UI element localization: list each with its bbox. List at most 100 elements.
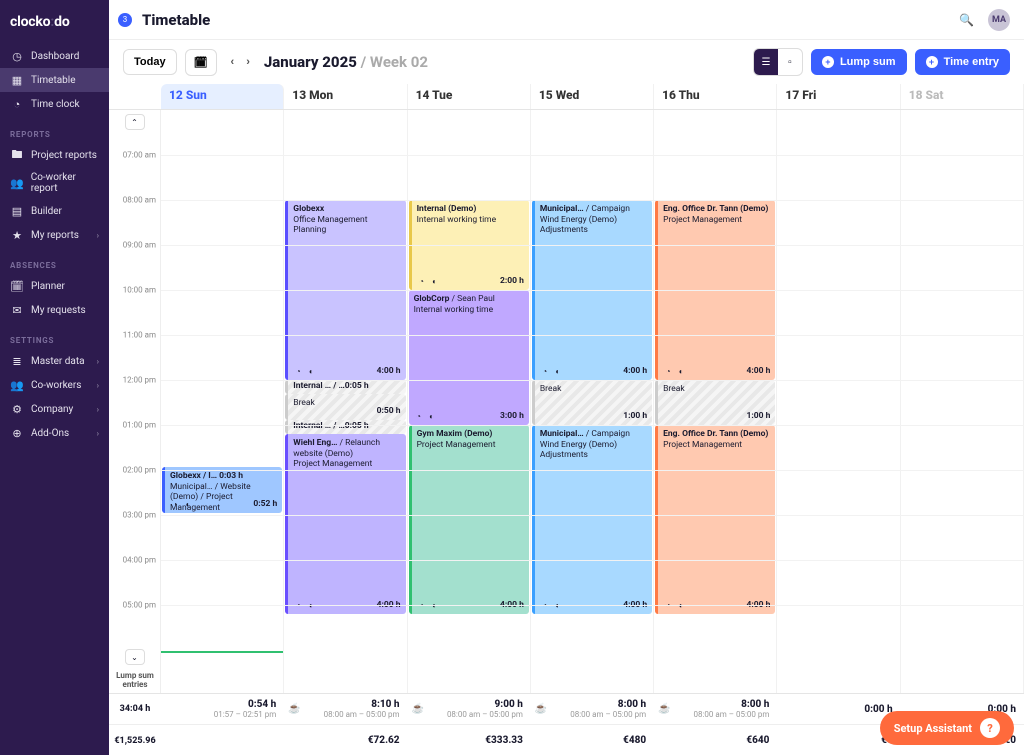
cup-icon: ☕ (658, 704, 670, 715)
lump-sum-button[interactable]: +Lump sum (811, 49, 907, 75)
event-break[interactable]: Break1:00 h (655, 380, 775, 425)
planner-icon: 🗓 (10, 279, 24, 293)
event-municipal-pm[interactable]: Municipal… / Campaign Wind Energy (Demo)… (532, 425, 652, 614)
collapse-up-button[interactable]: ⌃ (125, 114, 145, 130)
clock-icon: ◔ (417, 601, 427, 611)
day-sun[interactable]: 12 Sun (161, 84, 284, 109)
datepicker-button[interactable]: 🗓 (185, 49, 217, 76)
star-icon: ★ (10, 228, 24, 242)
nav-coworker-report[interactable]: 👥Co-worker report (0, 167, 109, 199)
clock-icon: ◔ (540, 367, 550, 377)
plus-icon: + (926, 56, 938, 68)
nav-my-requests[interactable]: ✉My requests (0, 298, 109, 322)
nav-coworkers[interactable]: 👥Co-workers› (0, 373, 109, 397)
tag-icon: ◐ (306, 601, 316, 611)
tag-icon: ◐ (306, 367, 316, 377)
people-icon: 👥 (10, 176, 24, 190)
day-mon[interactable]: 13 Mon (284, 84, 407, 109)
prev-week-button[interactable]: ‹ (225, 52, 241, 72)
columns-view-icon[interactable]: ☰ (754, 49, 778, 75)
event-wiehl[interactable]: Wiehl Eng… / Relaunch website (Demo) Pro… (285, 434, 405, 614)
time-entry-button[interactable]: +Time entry (915, 49, 1010, 75)
tag-icon: ◐ (427, 412, 437, 422)
tag-icon: ◐ (183, 500, 193, 510)
day-fri[interactable]: 17 Fri (777, 84, 900, 109)
sidebar: clocko:do ◷Dashboard ▦Timetable ◔Time cl… (0, 0, 109, 755)
chevron-right-icon: › (97, 405, 99, 414)
clock-icon: ◔ (414, 412, 424, 422)
search-icon[interactable]: 🔍 (959, 13, 974, 27)
eur-tue: €333.33 (408, 735, 531, 746)
view-toggle[interactable]: ☰ ▫ (753, 48, 803, 76)
nav-timetable[interactable]: ▦Timetable (0, 68, 109, 92)
nav-my-reports[interactable]: ★My reports› (0, 223, 109, 247)
gauge-icon: ◷ (10, 49, 24, 63)
nav-timeclock[interactable]: ◔Time clock (0, 92, 109, 116)
clock-icon: ◔ (170, 500, 180, 510)
chevron-right-icon: › (97, 429, 99, 438)
clock-icon: ◔ (540, 601, 550, 611)
event-break[interactable]: Break0:50 h (285, 394, 405, 420)
day-header-row: 12 Sun 13 Mon 14 Tue 15 Wed 16 Thu 17 Fr… (109, 84, 1024, 110)
cup-icon: ☕ (288, 704, 300, 715)
footer-mon: ☕8:10 h08:00 am – 05:00 pm (284, 699, 407, 719)
timetable-grid: ⌃ ⌄ 07:00 am08:00 am09:00 am10:00 am11:0… (109, 110, 1024, 693)
event-globcorp[interactable]: GlobCorp / Sean Paul Internal working ti… (409, 290, 529, 425)
event-gym[interactable]: Gym Maxim (Demo) Project Management ◔◐ 4… (409, 425, 529, 614)
nav-project-reports[interactable]: 🖿Project reports (0, 143, 109, 167)
day-wed[interactable]: 15 Wed (531, 84, 654, 109)
reports-header: REPORTS (0, 116, 109, 143)
time-column: ⌃ ⌄ 07:00 am08:00 am09:00 am10:00 am11:0… (109, 110, 161, 693)
day-thu[interactable]: 16 Thu (654, 84, 777, 109)
today-button[interactable]: Today (123, 49, 177, 75)
time-label: 07:00 am (123, 151, 156, 160)
cup-icon: ☕ (535, 704, 547, 715)
page-title: Timetable (142, 11, 210, 29)
list-view-icon[interactable]: ▫ (778, 49, 802, 75)
nav-master-data[interactable]: ≣Master data› (0, 349, 109, 373)
avatar[interactable]: MA (988, 9, 1010, 31)
nav-company[interactable]: ⚙Company› (0, 397, 109, 421)
event-internal-short[interactable]: Internal … / …0:05 h (285, 380, 405, 394)
database-icon: ≣ (10, 354, 24, 368)
event-break[interactable]: Break1:00 h (532, 380, 652, 425)
eur-wed: €480 (531, 735, 654, 746)
event-internal-short2[interactable]: Internal … / …0:05 h (285, 420, 405, 434)
notification-badge[interactable]: 3 (118, 13, 132, 27)
nav-planner[interactable]: 🗓Planner (0, 274, 109, 298)
time-label: 04:00 pm (123, 556, 156, 565)
day-tue[interactable]: 14 Tue (408, 84, 531, 109)
event-tann-pm[interactable]: Eng. Office Dr. Tann (Demo) Project Mana… (655, 425, 775, 614)
nav-addons[interactable]: ⊕Add-Ons› (0, 421, 109, 445)
eur-mon: €72.62 (284, 735, 407, 746)
settings-header: SETTINGS (0, 322, 109, 349)
time-label: 08:00 am (123, 196, 156, 205)
time-label: 10:00 am (123, 286, 156, 295)
event-globexx-running[interactable]: Globexx / I… 0:03 h Municipal… / Website… (162, 467, 282, 513)
footer-tue: ☕9:00 h08:00 am – 05:00 pm (408, 699, 531, 719)
toolbar: Today 🗓 ‹ › January 2025 / Week 02 ☰ ▫ +… (109, 40, 1024, 84)
next-week-button[interactable]: › (240, 52, 256, 72)
week-total-eur: €1,525.96 (109, 736, 161, 746)
clock-icon: ◔ (293, 601, 303, 611)
tag-icon: ◐ (553, 601, 563, 611)
setup-assistant-button[interactable]: Setup Assistant? (880, 711, 1014, 745)
time-label: 11:00 am (123, 331, 156, 340)
clock-icon: ◔ (417, 277, 427, 287)
day-sat[interactable]: 18 Sat (901, 84, 1024, 109)
nav-dashboard[interactable]: ◷Dashboard (0, 44, 109, 68)
brand-logo: clocko:do (0, 8, 109, 44)
calendar-icon: 🗓 (194, 56, 208, 69)
week-total-hours: 34:04 h (109, 704, 161, 714)
absences-header: ABSENCES (0, 247, 109, 274)
collapse-down-button[interactable]: ⌄ (125, 649, 145, 665)
briefcase-icon: 🖿 (10, 148, 24, 162)
builder-icon: ▤ (10, 204, 24, 218)
inbox-icon: ✉ (10, 303, 24, 317)
nav-builder[interactable]: ▤Builder (0, 199, 109, 223)
topbar: 3 Timetable 🔍 MA (109, 0, 1024, 40)
period-label: January 2025 / Week 02 (264, 53, 428, 71)
tag-icon: ◐ (676, 601, 686, 611)
tag-icon: ◐ (553, 367, 563, 377)
time-label: 03:00 pm (123, 511, 156, 520)
